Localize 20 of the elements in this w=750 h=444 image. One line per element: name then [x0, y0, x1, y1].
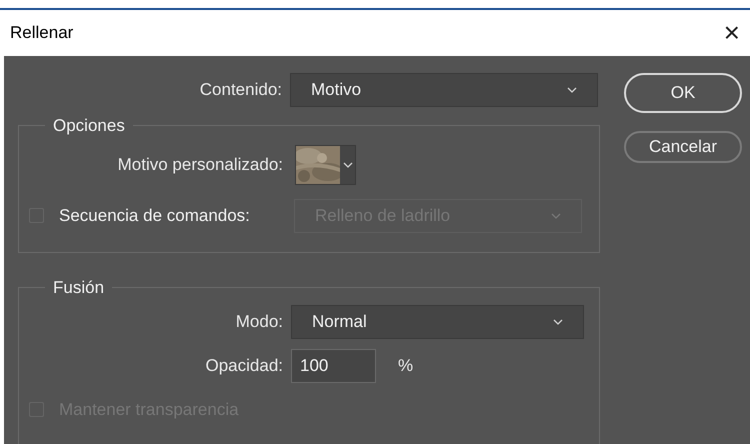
- checkbox-label: Secuencia de comandos:: [59, 204, 250, 227]
- window-title: Rellenar: [10, 22, 74, 44]
- field-label: Contenido:: [198, 79, 283, 102]
- dialog-button[interactable]: OK: [624, 73, 742, 113]
- unit-label: %: [398, 354, 414, 377]
- dialog-button[interactable]: Cancelar: [624, 131, 742, 163]
- field-label: Opacidad:: [204, 354, 284, 377]
- group-title: Opciones: [52, 115, 126, 137]
- field-label: Modo:: [234, 310, 284, 333]
- group-title: Fusión: [52, 277, 106, 299]
- field-label: Motivo personalizado:: [116, 154, 284, 176]
- chevron-down-icon: [553, 318, 563, 324]
- opacity-field[interactable]: 100: [291, 348, 376, 382]
- mode-dropdown[interactable]: Normal: [291, 304, 584, 338]
- content-dropdown[interactable]: Motivo: [290, 73, 598, 107]
- chevron-down-icon: [342, 162, 352, 168]
- chevron-down-icon: [551, 212, 561, 218]
- pattern-picker[interactable]: [295, 144, 356, 184]
- chevron-down-icon: [567, 87, 577, 93]
- close-button[interactable]: ×: [724, 19, 740, 47]
